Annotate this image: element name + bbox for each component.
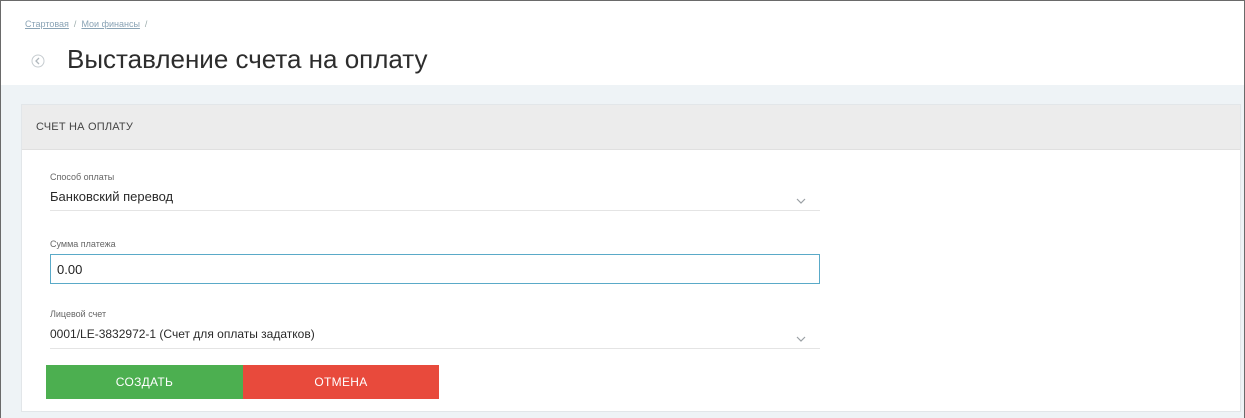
breadcrumb-separator: / xyxy=(144,19,148,29)
account-select[interactable]: 0001/LE-3832972-1 (Счет для оплаты задат… xyxy=(50,323,820,349)
invoice-card: СЧЕТ НА ОПЛАТУ Способ оплаты Банковский … xyxy=(21,104,1241,412)
chevron-down-icon xyxy=(796,331,806,342)
payment-method-value: Банковский перевод xyxy=(50,189,174,204)
breadcrumb-item-home[interactable]: Стартовая xyxy=(25,19,69,29)
breadcrumb-separator: / xyxy=(73,19,77,29)
card-header: СЧЕТ НА ОПЛАТУ xyxy=(22,105,1240,150)
account-label: Лицевой счет xyxy=(50,309,107,319)
breadcrumb-item-finances[interactable]: Мои финансы xyxy=(81,19,139,29)
amount-label: Сумма платежа xyxy=(50,239,116,249)
payment-method-label: Способ оплаты xyxy=(50,172,115,182)
create-button[interactable]: СОЗДАТЬ xyxy=(46,365,243,399)
breadcrumb: Стартовая / Мои финансы / xyxy=(25,19,152,29)
page-title: Выставление счета на оплату xyxy=(67,44,428,74)
app-window: Стартовая / Мои финансы / Выставление счета… xyxy=(0,0,1245,418)
account-value: 0001/LE-3832972-1 (Счет для оплаты задат… xyxy=(50,327,315,341)
arrow-left-icon[interactable] xyxy=(31,54,45,68)
select-underline xyxy=(50,348,820,349)
chevron-down-icon xyxy=(796,193,806,204)
card-title: СЧЕТ НА ОПЛАТУ xyxy=(36,121,134,133)
amount-input[interactable] xyxy=(50,254,820,284)
cancel-button[interactable]: ОТМЕНА xyxy=(243,365,439,399)
payment-method-select[interactable]: Банковский перевод xyxy=(50,185,820,211)
select-underline xyxy=(50,210,820,211)
